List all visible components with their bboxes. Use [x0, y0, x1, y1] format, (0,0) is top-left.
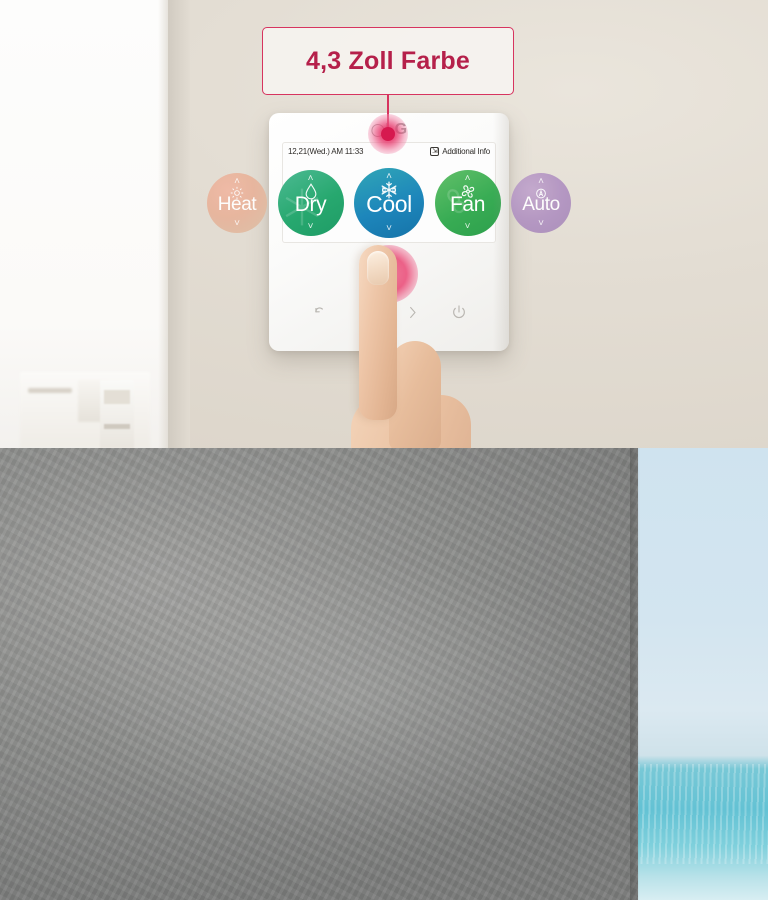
mode-label-cool: Cool [366, 190, 412, 217]
mode-label-fan: Fan [450, 192, 485, 216]
additional-info-icon: ⇲ [430, 147, 440, 156]
sea-window-view [638, 448, 768, 900]
mode-button-fan[interactable]: ˄ Fan ˅ [434, 170, 501, 236]
hard-button-row [269, 295, 509, 329]
left-button[interactable] [359, 304, 374, 321]
mode-button-heat[interactable]: ˄ Heat ˅ [207, 173, 267, 233]
chevron-down-icon[interactable]: ˅ [538, 219, 544, 229]
blurred-furniture-secondary [100, 380, 134, 448]
callout-label-top: 4,3 Zoll Farbe [306, 46, 470, 75]
wall-edge-shadow [630, 448, 640, 900]
mode-button-dry[interactable]: ˄ Dry ˅ [277, 170, 344, 236]
top-photo-panel: LG 12,21(Wed.) AM 11:33 ⇲ Additional Inf… [0, 0, 768, 448]
concrete-wall-background [0, 448, 638, 900]
bottom-photo-panel: 12:53 PM ? Indoor Temp 25 .0 °C [0, 448, 768, 900]
date-time-label: 12,21(Wed.) AM 11:33 [288, 147, 364, 156]
chevron-down-icon[interactable]: ˅ [386, 224, 392, 234]
chevron-down-icon[interactable]: ˅ [234, 219, 240, 229]
additional-info-label: Additional Info [442, 147, 490, 156]
callout-anchor-dot-top [368, 114, 408, 154]
mode-button-auto[interactable]: ˄ Auto ˅ [511, 173, 571, 233]
callout-badge-top: 4,3 Zoll Farbe [262, 27, 514, 95]
display-screen-4-3: 12,21(Wed.) AM 11:33 ⇲ Additional Info ˄… [207, 142, 571, 243]
mode-button-cool[interactable]: ˄ Cool ˅ [354, 168, 424, 238]
power-button[interactable] [451, 304, 467, 320]
wall-corner-shadow [168, 0, 190, 448]
additional-info-button[interactable]: ⇲ Additional Info [430, 147, 490, 156]
mode-label-dry: Dry [294, 192, 327, 216]
back-button[interactable] [311, 304, 328, 321]
mode-label-heat: Heat [217, 193, 257, 215]
mode-label-auto: Auto [522, 193, 560, 215]
right-button[interactable] [405, 304, 420, 321]
mode-selector-row: ˄ Heat ˅ ˄ Dry ˅ ˄ Cool ˅ ˄ Fan ˅ ˄ Auto… [207, 163, 571, 243]
